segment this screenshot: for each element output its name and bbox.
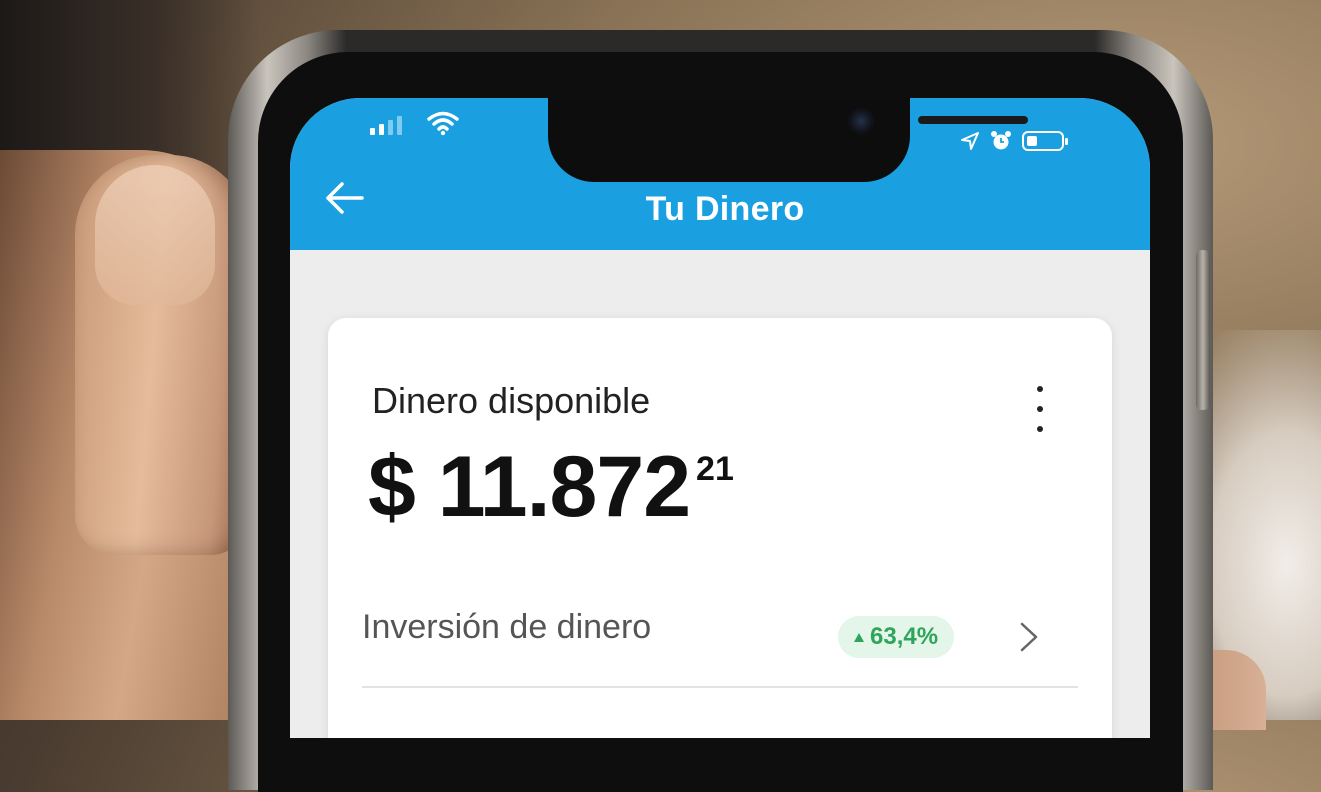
percentage-value: 63,4% [870,623,939,650]
more-vertical-icon[interactable] [1028,386,1052,432]
alarm-clock-icon [991,131,1011,150]
app-bar: Tu Dinero [290,98,1150,250]
chevron-right-icon[interactable] [1018,620,1040,654]
balance-amount: $ 11.872 21 [368,438,734,537]
signal-icon [370,116,402,135]
phone-screen: Tu Dinero Dinero disponible $ 11.872 21 I… [290,98,1150,738]
page-title: Tu Dinero [645,190,805,228]
balance-label: Dinero disponible [372,380,651,421]
location-arrow-icon [961,132,979,150]
speaker-grille [918,116,1028,124]
phone-side-button [1196,250,1210,410]
investment-row[interactable]: Inversión de dinero 63,4% [328,586,1112,686]
balance-amount-main: $ 11.872 [368,439,691,535]
investment-label: Inversión de dinero [362,608,652,646]
status-icons [960,130,1068,152]
triangle-up-icon [854,632,864,642]
wifi-icon [427,111,459,136]
balance-amount-cents: 21 [696,450,734,488]
divider [362,686,1078,688]
thumbnail [95,165,215,305]
balance-card: Dinero disponible $ 11.872 21 Inversión d… [328,318,1112,738]
front-camera [848,108,874,134]
battery-icon [1022,131,1068,151]
phone-notch [548,98,1028,182]
percentage-badge: 63,4% [838,616,955,658]
